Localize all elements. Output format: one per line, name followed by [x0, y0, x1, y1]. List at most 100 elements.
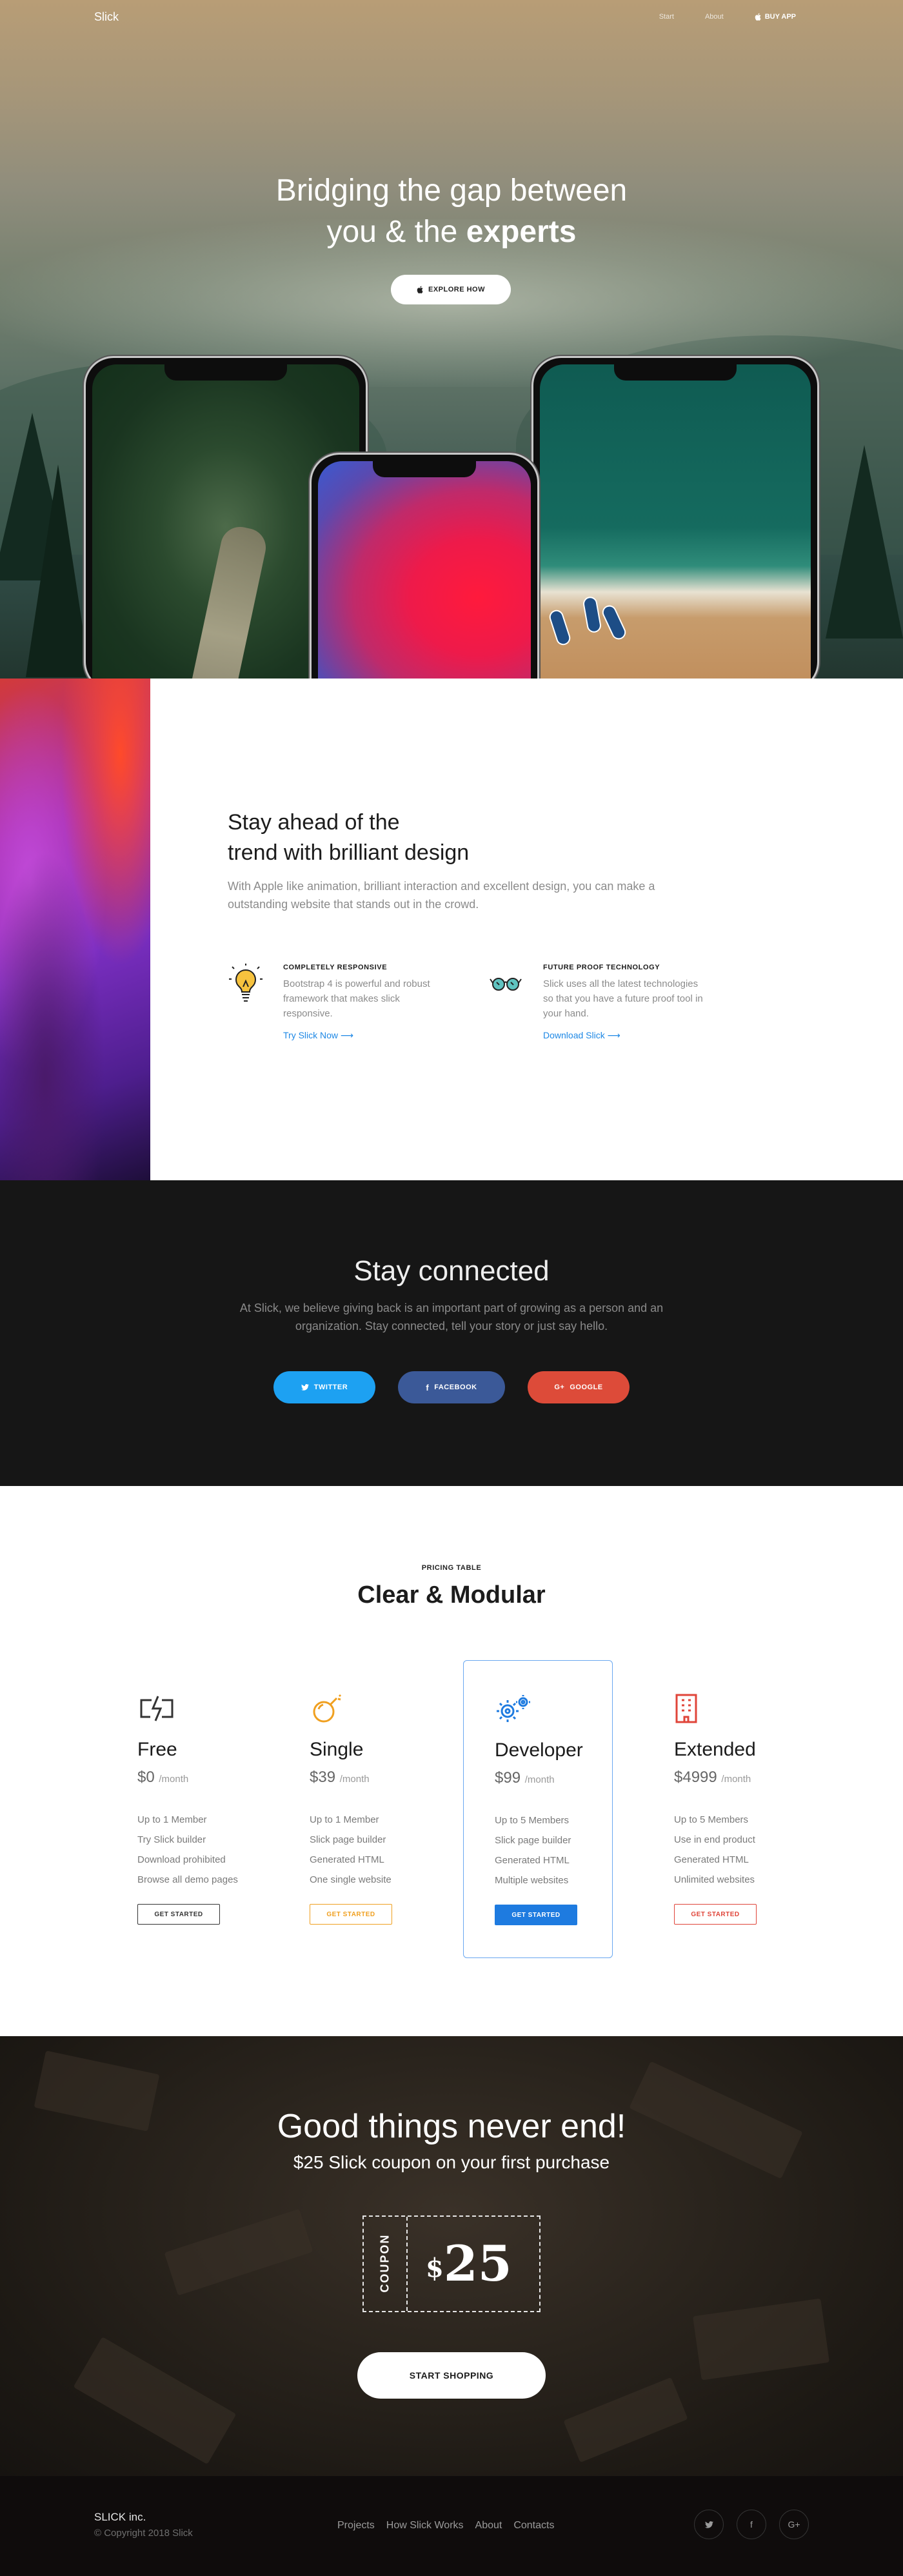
- download-slick-link[interactable]: Download Slick ⟶: [543, 1030, 620, 1040]
- plan-feature: Download prohibited: [137, 1854, 226, 1865]
- rock-texture: [563, 2377, 688, 2463]
- start-shopping-button[interactable]: START SHOPPING: [357, 2352, 546, 2399]
- connect-section: Stay connected At Slick, we believe givi…: [0, 1180, 903, 1486]
- hero-title-line1: Bridging the gap between: [275, 173, 628, 208]
- nav-logo[interactable]: Slick: [94, 10, 119, 24]
- google-plus-icon: G+: [554, 1383, 565, 1391]
- coupon-currency: $: [426, 2253, 444, 2283]
- forest-road: [179, 523, 270, 679]
- plan-price-period: /month: [721, 1774, 751, 1785]
- feature-card-text: FUTURE PROOF TECHNOLOGY Slick uses all t…: [543, 964, 704, 1042]
- plan-feature: Slick page builder: [310, 1834, 386, 1845]
- feature-card-heading: COMPLETELY RESPONSIVE: [283, 964, 388, 971]
- plan-card-free: Free $0 /month Up to 1 Member Try Slick …: [137, 1660, 286, 1958]
- pricing-title: Clear & Modular: [0, 1581, 903, 1609]
- feature-abstract-image: [0, 679, 150, 1180]
- feature-card-body: Slick uses all the latest technologies s…: [543, 978, 703, 1019]
- google-label: GOOGLE: [570, 1383, 603, 1391]
- gears-icon: [497, 1695, 530, 1722]
- coupon-amount: $25: [426, 2235, 512, 2292]
- plan-feature: Generated HTML: [495, 1855, 570, 1866]
- plan-feature: Use in end product: [674, 1834, 755, 1845]
- get-started-free-button[interactable]: GET STARTED: [137, 1904, 220, 1925]
- footer-copyright: © Copyright 2018 Slick: [94, 2528, 193, 2539]
- twitter-icon[interactable]: [694, 2510, 724, 2539]
- plan-card-inner: Developer $99 /month Up to 5 Members Sli…: [495, 1661, 624, 1957]
- twitter-button[interactable]: TWITTER: [273, 1371, 375, 1403]
- feature-subtitle: With Apple like animation, brilliant int…: [228, 880, 655, 911]
- plan-price-amount: $39: [310, 1769, 336, 1786]
- google-button[interactable]: G+ GOOGLE: [528, 1371, 630, 1403]
- phone-mockup-beach: [531, 356, 819, 679]
- plan-price-period: /month: [339, 1774, 370, 1785]
- nav-links: Start About BUY APP: [659, 13, 796, 21]
- get-started-single-button[interactable]: GET STARTED: [310, 1904, 392, 1925]
- plan-price: $4999 /month: [674, 1769, 751, 1787]
- plan-price-period: /month: [159, 1774, 189, 1785]
- nav-buy-app-link[interactable]: BUY APP: [755, 13, 796, 21]
- hero-tree: [826, 445, 903, 639]
- facebook-button[interactable]: f FACEBOOK: [398, 1371, 505, 1403]
- plan-price: $0 /month: [137, 1769, 188, 1787]
- plan-price-period: /month: [524, 1774, 555, 1785]
- bomb-icon: [313, 1694, 342, 1723]
- plan-feature-list: Up to 1 Member Try Slick builder Downloa…: [137, 1810, 238, 1890]
- plan-feature: Unlimited websites: [674, 1874, 755, 1885]
- explore-how-button[interactable]: EXPLORE HOW: [391, 275, 511, 304]
- plan-feature-list: Up to 5 Members Slick page builder Gener…: [495, 1810, 571, 1890]
- phone-notch: [164, 364, 287, 381]
- glasses-icon: [490, 978, 522, 991]
- phone-screen: [540, 364, 811, 679]
- hero-title-line2-pre: you & the: [326, 215, 466, 249]
- facebook-icon[interactable]: f: [737, 2510, 766, 2539]
- plan-feature: Up to 1 Member: [310, 1814, 379, 1825]
- get-started-developer-button[interactable]: GET STARTED: [495, 1905, 577, 1925]
- coupon-section: Good things never end! $25 Slick coupon …: [0, 2036, 903, 2476]
- plan-price-amount: $4999: [674, 1769, 717, 1786]
- nav-link-about[interactable]: About: [705, 13, 724, 21]
- plan-feature-list: Up to 1 Member Slick page builder Genera…: [310, 1810, 392, 1890]
- connect-title: Stay connected: [353, 1255, 550, 1287]
- footer-brand: SLICK inc.: [94, 2511, 146, 2523]
- feature-title-line2: trend with brilliant design: [228, 840, 470, 865]
- pricing-title-bold: Modular: [450, 1581, 546, 1609]
- phone-notch: [614, 364, 737, 381]
- facebook-label: FACEBOOK: [434, 1383, 477, 1391]
- apple-icon: [755, 13, 761, 21]
- boat: [600, 602, 628, 642]
- feature-card-body: Bootstrap 4 is powerful and robust frame…: [283, 978, 430, 1019]
- lightbulb-icon: [229, 964, 263, 1002]
- pricing-title-pre: Clear &: [357, 1581, 450, 1609]
- plan-card-extended: Extended $4999 /month Up to 5 Members Us…: [674, 1660, 822, 1958]
- explore-how-label: EXPLORE HOW: [428, 286, 485, 293]
- plan-feature: Try Slick builder: [137, 1834, 206, 1845]
- boat: [547, 608, 573, 648]
- footer-link-projects[interactable]: Projects: [337, 2520, 375, 2531]
- building-icon: [675, 1694, 697, 1723]
- nav-link-start[interactable]: Start: [659, 13, 674, 21]
- feature-title: Stay ahead of the trend with brilliant d…: [228, 807, 563, 868]
- footer-nav: Projects How Slick Works About Contacts: [337, 2520, 554, 2531]
- footer-link-how-slick-works[interactable]: How Slick Works: [386, 2520, 464, 2531]
- twitter-label: TWITTER: [313, 1383, 348, 1391]
- plan-name: Free: [137, 1739, 177, 1760]
- plan-feature: Generated HTML: [674, 1854, 749, 1865]
- coupon-value: 25: [443, 2235, 512, 2292]
- phone-notch: [373, 461, 476, 477]
- phone-mockup-abstract: [310, 453, 539, 679]
- boat: [582, 595, 602, 634]
- phone-screen: [318, 461, 531, 679]
- plan-feature: Up to 1 Member: [137, 1814, 207, 1825]
- plan-name: Extended: [674, 1739, 756, 1760]
- try-slick-now-link[interactable]: Try Slick Now ⟶: [283, 1030, 353, 1040]
- plan-name: Single: [310, 1739, 364, 1760]
- plan-name: Developer: [495, 1739, 583, 1761]
- footer-link-contacts[interactable]: Contacts: [513, 2520, 554, 2531]
- footer-link-about[interactable]: About: [475, 2520, 502, 2531]
- get-started-extended-button[interactable]: GET STARTED: [674, 1904, 757, 1925]
- coupon-subtitle: $25 Slick coupon on your first purchase: [293, 2152, 610, 2172]
- google-plus-icon[interactable]: G+: [779, 2510, 809, 2539]
- plan-price-amount: $99: [495, 1769, 521, 1787]
- feature-card-text: COMPLETELY RESPONSIVE Bootstrap 4 is pow…: [283, 964, 444, 1042]
- plan-feature: Multiple websites: [495, 1875, 569, 1886]
